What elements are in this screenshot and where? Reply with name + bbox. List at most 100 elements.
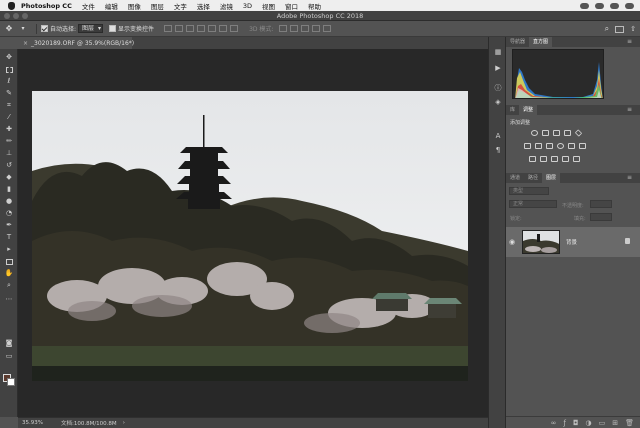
- share-icon[interactable]: ⇧: [630, 25, 636, 33]
- align-right-icon[interactable]: [186, 25, 195, 32]
- curves-icon[interactable]: [553, 130, 560, 136]
- zoom-level[interactable]: 35.93%: [22, 420, 43, 426]
- tab-navigator[interactable]: 导航器: [506, 37, 529, 47]
- opacity-field[interactable]: [590, 200, 612, 208]
- crop-icon[interactable]: ⌗: [4, 101, 14, 110]
- move-icon[interactable]: ✥: [4, 53, 14, 62]
- new-layer-icon[interactable]: ⊞: [612, 419, 618, 427]
- menu-edit[interactable]: 编辑: [105, 1, 118, 11]
- hue-saturation-icon[interactable]: [524, 143, 531, 149]
- menu-image[interactable]: 图像: [128, 1, 141, 11]
- visibility-eye-icon[interactable]: ◉: [506, 238, 518, 246]
- auto-select-dropdown[interactable]: 图层: [78, 24, 104, 33]
- panel-menu-icon[interactable]: ≡: [623, 37, 636, 47]
- histogram-icon[interactable]: ▦: [493, 47, 503, 57]
- tool-preset-icon[interactable]: ▾: [18, 24, 28, 34]
- minimize-window-icon[interactable]: [13, 13, 19, 19]
- 3d-pan-icon[interactable]: [301, 25, 310, 32]
- close-tab-icon[interactable]: ×: [23, 40, 28, 47]
- new-adjustment-icon[interactable]: ◑: [586, 419, 592, 427]
- gradient-icon[interactable]: ▮: [4, 185, 14, 194]
- wechat-icon[interactable]: [580, 2, 589, 9]
- menu-3d[interactable]: 3D: [243, 2, 252, 10]
- layers-icon[interactable]: ◈: [493, 97, 503, 107]
- tab-libraries[interactable]: 库: [506, 105, 519, 115]
- align-middle-icon[interactable]: [208, 25, 217, 32]
- show-transform-checkbox[interactable]: [109, 25, 117, 32]
- 3d-roll-icon[interactable]: [290, 25, 299, 32]
- menu-view[interactable]: 视图: [262, 1, 275, 11]
- eraser-icon[interactable]: ◆: [4, 173, 14, 182]
- document-photo[interactable]: [32, 91, 468, 381]
- invert-icon[interactable]: [529, 156, 536, 162]
- new-group-icon[interactable]: ▭: [599, 419, 606, 427]
- quick-select-icon[interactable]: ✎: [4, 89, 14, 98]
- align-bottom-icon[interactable]: [219, 25, 228, 32]
- control-center-icon[interactable]: [625, 2, 634, 9]
- vibrance-icon[interactable]: [574, 129, 583, 137]
- menu-type[interactable]: 文字: [174, 1, 187, 11]
- type-icon[interactable]: T: [4, 233, 14, 242]
- fx-icon[interactable]: ƒ: [563, 419, 565, 427]
- zoom-window-icon[interactable]: [22, 13, 28, 19]
- pen-icon[interactable]: ✒: [4, 221, 14, 230]
- cloud-icon[interactable]: [595, 2, 604, 9]
- layer-row-background[interactable]: ◉ 背景: [506, 227, 640, 257]
- zoom-icon[interactable]: ⌕: [4, 281, 14, 290]
- fill-field[interactable]: [590, 213, 612, 221]
- posterize-icon[interactable]: [540, 156, 547, 162]
- screen-mode-icon[interactable]: ▭: [4, 352, 14, 361]
- delete-layer-icon[interactable]: 🗑: [625, 419, 634, 427]
- workspace-icon[interactable]: [615, 25, 625, 33]
- brightness-icon[interactable]: [531, 130, 538, 136]
- character-icon[interactable]: A: [493, 131, 503, 141]
- 3d-slide-icon[interactable]: [312, 25, 321, 32]
- menu-window[interactable]: 窗口: [285, 1, 298, 11]
- tab-channels[interactable]: 通道: [506, 173, 524, 183]
- background-color-swatch[interactable]: [7, 378, 15, 386]
- tab-paths[interactable]: 路径: [524, 173, 542, 183]
- color-balance-icon[interactable]: [535, 143, 542, 149]
- paragraph-icon[interactable]: ¶: [493, 145, 503, 155]
- stamp-icon[interactable]: ⊥: [4, 149, 14, 158]
- eyedropper-icon[interactable]: ⁄: [4, 113, 14, 122]
- rectangle-icon[interactable]: [4, 257, 14, 266]
- close-window-icon[interactable]: [4, 13, 10, 19]
- quick-mask-icon[interactable]: ◙: [4, 339, 14, 348]
- brush-icon[interactable]: ✏: [4, 137, 14, 146]
- search-icon[interactable]: ⌕: [605, 24, 609, 34]
- align-center-icon[interactable]: [175, 25, 184, 32]
- path-select-icon[interactable]: ▸: [4, 245, 14, 254]
- info-icon[interactable]: ⓘ: [493, 83, 503, 93]
- panel-menu-icon[interactable]: ≡: [623, 173, 636, 183]
- dodge-icon[interactable]: ◔: [4, 209, 14, 218]
- menu-file[interactable]: 文件: [82, 1, 95, 11]
- align-top-icon[interactable]: [197, 25, 206, 32]
- menu-select[interactable]: 选择: [197, 1, 210, 11]
- document-tab[interactable]: × _3020189.ORF @ 35.9%(RGB/16*): [20, 37, 134, 49]
- move-tool-icon[interactable]: ✥: [4, 24, 14, 34]
- distribute-icon[interactable]: [230, 25, 239, 32]
- photo-filter-icon[interactable]: [557, 143, 564, 149]
- status-menu-arrow[interactable]: ›: [123, 420, 125, 426]
- color-lookup-icon[interactable]: [579, 143, 586, 149]
- align-left-icon[interactable]: [164, 25, 173, 32]
- menu-filter[interactable]: 滤镜: [220, 1, 233, 11]
- black-white-icon[interactable]: [546, 143, 553, 149]
- apple-icon[interactable]: [8, 1, 15, 10]
- channel-mixer-icon[interactable]: [568, 143, 575, 149]
- marquee-icon[interactable]: [4, 65, 14, 74]
- more-icon[interactable]: ⋯: [4, 295, 14, 304]
- menu-layer[interactable]: 图层: [151, 1, 164, 11]
- layer-kind-filter[interactable]: 类型: [509, 187, 549, 195]
- spotlight-icon[interactable]: [610, 2, 619, 9]
- levels-icon[interactable]: [542, 130, 549, 136]
- tab-layers[interactable]: 图层: [542, 173, 561, 183]
- blend-mode-dropdown[interactable]: 正常: [509, 200, 557, 208]
- selective-color-icon[interactable]: [573, 156, 580, 162]
- tab-histogram[interactable]: 直方图: [529, 37, 553, 47]
- history-brush-icon[interactable]: ↺: [4, 161, 14, 170]
- menu-app-name[interactable]: Photoshop CC: [21, 2, 72, 10]
- tab-adjustments[interactable]: 调整: [519, 105, 538, 115]
- gradient-map-icon[interactable]: [562, 156, 569, 162]
